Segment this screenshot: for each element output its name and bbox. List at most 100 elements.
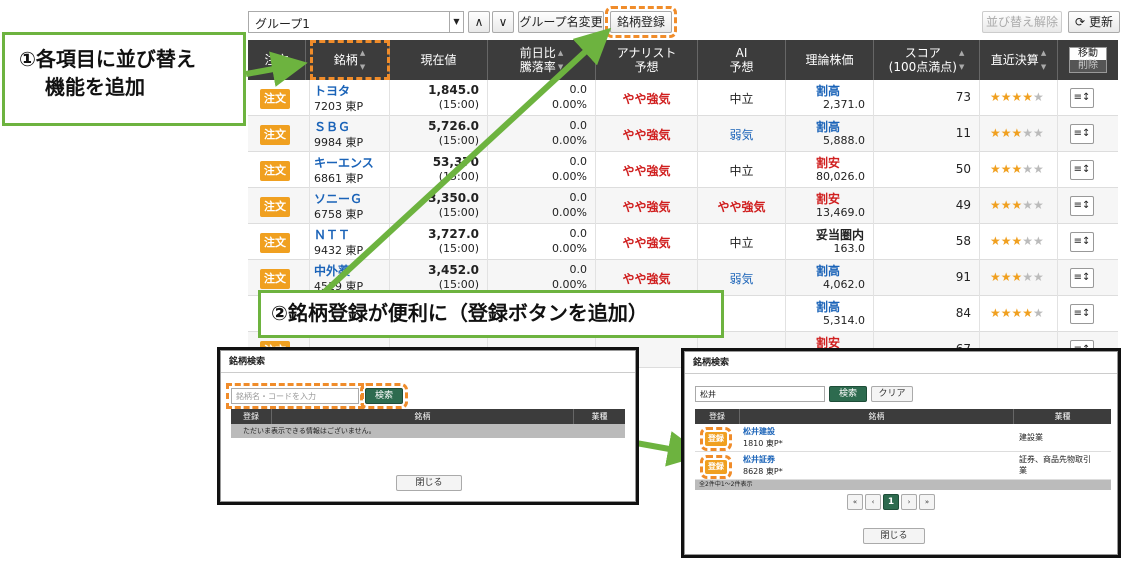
- stock-name[interactable]: ＳＢＧ: [314, 118, 350, 135]
- change-value: 0.0: [569, 119, 588, 132]
- change-cell: 0.0 0.00%: [488, 152, 596, 188]
- search-input[interactable]: 銘柄名・コードを入力: [226, 383, 364, 409]
- col-score[interactable]: スコア (100点満点) ▲ ▼: [874, 40, 980, 80]
- order-button[interactable]: 注文: [260, 161, 290, 181]
- register-stock-button[interactable]: 銘柄登録: [605, 6, 677, 38]
- list-item: 登録 松井証券 8628 東P* 証券、商品先物取引業: [695, 452, 1111, 480]
- stock-name[interactable]: ソニーＧ: [314, 190, 362, 207]
- theory-label: 割高: [816, 300, 841, 314]
- callout-register-feature: ②銘柄登録が便利に（登録ボタンを追加）: [258, 290, 724, 338]
- order-button[interactable]: 注文: [260, 89, 290, 109]
- order-button[interactable]: 注文: [260, 269, 290, 289]
- stock-code: 8628 東P*: [743, 467, 783, 476]
- table-row: 注文 ＳＢＧ 9984 東P 5,726.0 (15:00) 0.0 0.00% やや強気 弱気…: [248, 116, 1118, 152]
- name-cell: トヨタ 7203 東P: [310, 80, 390, 116]
- move-handle-icon[interactable]: ≡↕: [1070, 304, 1094, 324]
- col-price[interactable]: 現在値: [390, 40, 488, 80]
- order-button[interactable]: 注文: [260, 197, 290, 217]
- col-change[interactable]: 前日比 騰落率 ▲ ▼: [488, 40, 596, 80]
- clear-button[interactable]: クリア: [871, 386, 913, 402]
- col-settle[interactable]: 直近決算 ▲ ▼: [980, 40, 1058, 80]
- col-name[interactable]: 銘柄 ▲ ▼: [310, 40, 390, 80]
- stock-name[interactable]: 松井建設: [743, 426, 775, 437]
- order-button[interactable]: 注文: [260, 233, 290, 253]
- stock-industry: 証券、商品先物取引業: [1019, 455, 1091, 475]
- next-page-button[interactable]: ›: [901, 494, 917, 510]
- list-item: 登録 松井建設 1810 東P* 建設業: [695, 424, 1111, 452]
- col-ai[interactable]: AI 予想: [698, 40, 786, 80]
- price-cell: 3,727.0 (15:00): [390, 224, 488, 260]
- table-row: 注文 ＮＴＴ 9432 東P 3,727.0 (15:00) 0.0 0.00% やや強気 中立…: [248, 224, 1118, 260]
- move-handle-icon[interactable]: ≡↕: [1070, 232, 1094, 252]
- stock-name[interactable]: 松井証券: [743, 454, 775, 465]
- rename-group-button[interactable]: グループ名変更: [518, 11, 604, 33]
- col-industry: 業種: [1013, 409, 1111, 424]
- ai-cell: 中立: [698, 80, 786, 116]
- move-handle-icon[interactable]: ≡↕: [1070, 124, 1094, 144]
- register-button[interactable]: 登録: [700, 427, 732, 451]
- theory-cell: 割高 5,314.0: [786, 296, 874, 332]
- register-button[interactable]: 登録: [700, 455, 732, 479]
- analyst-rating: やや強気: [622, 92, 671, 106]
- move-handle-icon[interactable]: ≡↕: [1070, 160, 1094, 180]
- stock-name[interactable]: ＮＴＴ: [314, 226, 350, 243]
- search-button[interactable]: 検索: [360, 383, 408, 409]
- star-rating: ★★★★★: [990, 306, 1044, 320]
- order-button[interactable]: 注文: [260, 125, 290, 145]
- move-handle-icon[interactable]: ≡↕: [1070, 88, 1094, 108]
- group-select[interactable]: グループ1 ▼: [248, 11, 464, 33]
- close-button[interactable]: 閉じる: [396, 475, 462, 491]
- price-time: (15:00): [438, 98, 479, 111]
- price-value: 3,727.0: [428, 227, 479, 241]
- stock-name[interactable]: キーエンス: [314, 154, 374, 171]
- refresh-button[interactable]: ⟳ 更新: [1068, 11, 1120, 33]
- change-percent: 0.00%: [552, 98, 587, 111]
- theory-value: 5,888.0: [823, 134, 865, 147]
- sort-clear-button[interactable]: 並び替え解除: [982, 11, 1062, 33]
- move-cell: ≡↕: [1058, 152, 1118, 188]
- stock-name[interactable]: 中外薬: [314, 262, 350, 279]
- col-theory[interactable]: 理論株価: [786, 40, 874, 80]
- score-value: 50: [955, 162, 971, 176]
- first-page-button[interactable]: «: [847, 494, 863, 510]
- stock-name[interactable]: トヨタ: [314, 82, 350, 99]
- move-handle-icon[interactable]: ≡↕: [1070, 268, 1094, 288]
- star-rating: ★★★★★: [990, 126, 1044, 140]
- name-cell: ＳＢＧ 9984 東P: [310, 116, 390, 152]
- close-button[interactable]: 閉じる: [863, 528, 925, 544]
- ai-cell: 中立: [698, 152, 786, 188]
- prev-page-button[interactable]: ‹: [865, 494, 881, 510]
- chevron-down-icon: ▼: [449, 12, 463, 32]
- move-handle-icon[interactable]: ≡↕: [1070, 196, 1094, 216]
- order-cell: 注文: [248, 116, 310, 152]
- analyst-cell: やや強気: [596, 80, 698, 116]
- current-page[interactable]: 1: [883, 494, 899, 510]
- move-up-button[interactable]: ∧: [468, 11, 490, 33]
- settle-cell: ★★★★★: [980, 260, 1058, 296]
- theory-value: 2,371.0: [823, 98, 865, 111]
- move-cell: ≡↕: [1058, 80, 1118, 116]
- score-value: 11: [955, 126, 971, 140]
- theory-value: 163.0: [833, 242, 866, 255]
- star-rating: ★★★★★: [990, 90, 1044, 104]
- ai-rating: 弱気: [729, 272, 754, 286]
- group-select-value: グループ1: [255, 17, 310, 31]
- price-cell: 3,350.0 (15:00): [390, 188, 488, 224]
- score-cell: 73: [874, 80, 980, 116]
- search-button[interactable]: 検索: [829, 386, 867, 402]
- callout-sort-feature: ①各項目に並び替え 機能を追加: [2, 32, 246, 126]
- ai-rating: やや強気: [717, 200, 766, 214]
- score-value: 58: [955, 234, 971, 248]
- star-rating: ★★★★★: [990, 234, 1044, 248]
- refresh-label: 更新: [1088, 15, 1113, 29]
- ai-rating: 中立: [729, 164, 754, 178]
- last-page-button[interactable]: »: [919, 494, 935, 510]
- score-value: 91: [955, 270, 971, 284]
- move-down-button[interactable]: ∨: [492, 11, 514, 33]
- empty-message: ただいま表示できる情報はございません。: [231, 424, 625, 438]
- search-input[interactable]: 松井: [695, 386, 825, 402]
- dialog-title: 銘柄検索: [221, 351, 635, 373]
- theory-label: 割安: [816, 192, 841, 206]
- col-analyst[interactable]: アナリスト 予想: [596, 40, 698, 80]
- theory-cell: 割高 2,371.0: [786, 80, 874, 116]
